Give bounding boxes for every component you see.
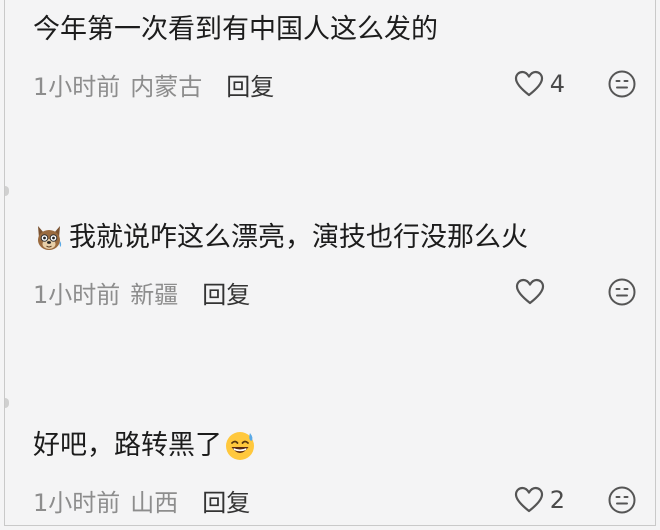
reply-button[interactable]: 回复 xyxy=(226,67,274,102)
comment-location: 新疆 xyxy=(130,280,179,309)
heart-outline-icon xyxy=(514,486,543,513)
comment-item: 今年第一次看到有中国人这么发的 xyxy=(33,12,637,48)
comment-meta: 1小时前 新疆 xyxy=(33,275,178,310)
dog-face-emoji xyxy=(38,226,62,250)
smiley-face-icon[interactable] xyxy=(607,485,637,515)
comment-item: 好吧，路转黑了 xyxy=(33,428,637,464)
sweat-smile-emoji xyxy=(226,432,254,460)
comment-text-label: 好吧，路转黑了 xyxy=(33,430,222,461)
comment-text: 我就说咋这么漂亮，演技也行没那么火 xyxy=(33,220,637,256)
comment-text: 好吧，路转黑了 xyxy=(33,428,637,464)
comment-text-label: 我就说咋这么漂亮，演技也行没那么火 xyxy=(69,222,528,253)
heart-outline-icon xyxy=(515,278,545,305)
comment-location: 山西 xyxy=(130,488,179,517)
like-button[interactable]: 2 xyxy=(514,482,565,518)
reply-button[interactable]: 回复 xyxy=(202,275,250,310)
like-button[interactable]: 4 xyxy=(514,66,565,102)
edge-marker xyxy=(5,186,9,196)
comment-text-label: 今年第一次看到有中国人这么发的 xyxy=(33,14,438,45)
comment-list: 今年第一次看到有中国人这么发的 1小时前 内蒙古 回复 4 我就说咋这么漂亮，演… xyxy=(4,0,656,526)
smiley-face-icon[interactable] xyxy=(607,277,637,307)
comment-text: 今年第一次看到有中国人这么发的 xyxy=(33,12,637,48)
reply-button[interactable]: 回复 xyxy=(202,483,250,518)
comment-location: 内蒙古 xyxy=(130,72,203,101)
smiley-face-icon[interactable] xyxy=(607,69,637,99)
comment-time: 1小时前 xyxy=(33,72,121,101)
comment-meta: 1小时前 山西 xyxy=(33,483,178,518)
like-button[interactable] xyxy=(515,274,565,310)
comment-time: 1小时前 xyxy=(33,488,121,517)
comment-time: 1小时前 xyxy=(33,280,121,309)
comment-meta: 1小时前 内蒙古 xyxy=(33,67,202,102)
like-count: 4 xyxy=(549,70,565,98)
comment-item: 我就说咋这么漂亮，演技也行没那么火 xyxy=(33,220,637,256)
like-count: 2 xyxy=(549,486,565,514)
edge-marker xyxy=(5,398,9,408)
heart-outline-icon xyxy=(514,70,543,97)
